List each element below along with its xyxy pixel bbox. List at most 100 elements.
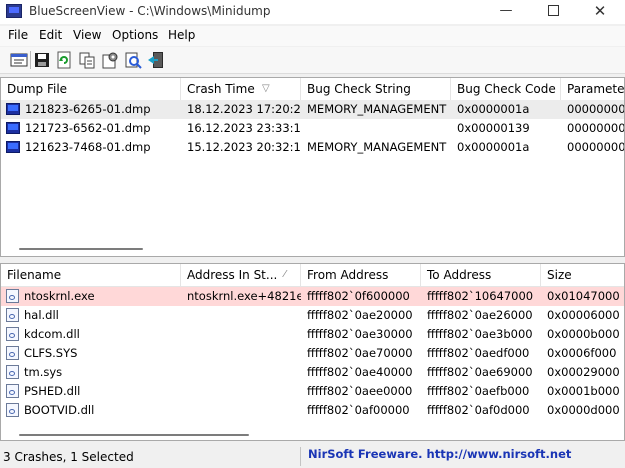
cell-size: 0x01047000 bbox=[547, 289, 620, 303]
close-button[interactable]: ✕ bbox=[577, 0, 623, 24]
cell-parameter: 00000000`0 bbox=[567, 102, 625, 116]
cell-crash-time: 18.12.2023 17:20:25 bbox=[187, 102, 301, 116]
cell-filename: tm.sys bbox=[24, 365, 63, 379]
column-size[interactable]: Size bbox=[541, 264, 624, 286]
table-row[interactable]: hal.dll fffff802`0ae20000 fffff802`0ae26… bbox=[1, 306, 624, 325]
sort-indicator-icon: ▽ bbox=[262, 83, 270, 94]
cell-address-in-stack: ntoskrnl.exe+4821e2 bbox=[187, 289, 301, 303]
dump-file-icon bbox=[6, 141, 20, 153]
column-from-address[interactable]: From Address bbox=[301, 264, 421, 286]
toolbar bbox=[0, 47, 625, 74]
table-row[interactable]: 121723-6562-01.dmp 16.12.2023 23:33:17 0… bbox=[1, 119, 625, 138]
cell-bug-check-string bbox=[301, 119, 451, 138]
window-title: BlueScreenView - C:\Windows\Minidump bbox=[29, 4, 271, 18]
cell-from-address: fffff802`0ae40000 bbox=[307, 365, 413, 379]
table-row[interactable]: PSHED.dll fffff802`0aee0000 fffff802`0ae… bbox=[1, 382, 624, 401]
column-dump-file[interactable]: Dump File bbox=[1, 78, 181, 100]
cell-address-in-stack bbox=[181, 401, 301, 420]
cell-filename: kdcom.dll bbox=[24, 327, 80, 341]
settings-icon[interactable] bbox=[101, 51, 119, 69]
column-address-in-stack[interactable]: Address In St... bbox=[181, 264, 301, 286]
cell-dump-file: 121823-6265-01.dmp bbox=[25, 102, 151, 116]
cell-from-address: fffff802`0ae70000 bbox=[307, 346, 413, 360]
column-to-address[interactable]: To Address bbox=[421, 264, 541, 286]
table-row[interactable]: CLFS.SYS fffff802`0ae70000 fffff802`0aed… bbox=[1, 344, 624, 363]
table-row[interactable]: ntoskrnl.exe ntoskrnl.exe+4821e2 fffff80… bbox=[1, 287, 624, 306]
driver-list-header: Filename Address In St... ⁄ From Address… bbox=[1, 264, 624, 287]
cell-address-in-stack bbox=[181, 306, 301, 325]
status-divider bbox=[300, 447, 301, 466]
horizontal-scrollbar[interactable] bbox=[19, 248, 143, 250]
app-icon bbox=[6, 4, 22, 18]
cell-to-address: fffff802`10647000 bbox=[427, 289, 534, 303]
cell-dump-file: 121723-6562-01.dmp bbox=[25, 121, 151, 135]
cell-size: 0x0006f000 bbox=[547, 346, 617, 360]
table-row[interactable]: 121823-6265-01.dmp 18.12.2023 17:20:25 M… bbox=[1, 100, 625, 119]
cell-filename: hal.dll bbox=[24, 308, 59, 322]
title-bar: BlueScreenView - C:\Windows\Minidump — ✕ bbox=[0, 0, 625, 24]
maximize-button[interactable] bbox=[530, 0, 576, 24]
save-icon[interactable] bbox=[33, 51, 51, 69]
sort-indicator-icon: ⁄ bbox=[284, 269, 286, 280]
table-row[interactable]: tm.sys fffff802`0ae40000 fffff802`0ae690… bbox=[1, 363, 624, 382]
copy-icon[interactable] bbox=[78, 51, 96, 69]
cell-parameter: 00000000`0 bbox=[567, 121, 625, 135]
cell-filename: CLFS.SYS bbox=[24, 346, 78, 360]
properties-icon[interactable] bbox=[10, 51, 28, 69]
column-filename[interactable]: Filename bbox=[1, 264, 181, 286]
cell-to-address: fffff802`0ae26000 bbox=[427, 308, 533, 322]
cell-size: 0x0000b000 bbox=[547, 327, 620, 341]
cell-parameter: 00000000`0 bbox=[567, 140, 625, 154]
cell-to-address: fffff802`0ae69000 bbox=[427, 365, 533, 379]
column-crash-time[interactable]: Crash Time bbox=[181, 78, 301, 100]
cell-bug-check-code: 0x0000001a bbox=[457, 140, 530, 154]
minimize-button[interactable]: — bbox=[483, 0, 529, 24]
cell-size: 0x0001b000 bbox=[547, 384, 620, 398]
horizontal-scrollbar[interactable] bbox=[19, 434, 249, 436]
status-summary: 3 Crashes, 1 Selected bbox=[3, 450, 134, 464]
cell-filename: PSHED.dll bbox=[24, 384, 81, 398]
cell-address-in-stack bbox=[181, 363, 301, 382]
column-parameter[interactable]: Parameter bbox=[561, 78, 624, 100]
cell-from-address: fffff802`0f600000 bbox=[307, 289, 410, 303]
menu-help[interactable]: Help bbox=[168, 28, 195, 42]
cell-address-in-stack bbox=[181, 382, 301, 401]
cell-to-address: fffff802`0aedf000 bbox=[427, 346, 530, 360]
cell-from-address: fffff802`0ae30000 bbox=[307, 327, 413, 341]
dump-file-icon bbox=[6, 122, 20, 134]
column-bug-check-code[interactable]: Bug Check Code bbox=[451, 78, 561, 100]
menu-edit[interactable]: Edit bbox=[39, 28, 62, 42]
column-bug-check-string[interactable]: Bug Check String bbox=[301, 78, 451, 100]
cell-crash-time: 16.12.2023 23:33:17 bbox=[187, 121, 301, 135]
cell-size: 0x0000d000 bbox=[547, 403, 620, 417]
cell-address-in-stack bbox=[181, 325, 301, 344]
cell-size: 0x00029000 bbox=[547, 365, 620, 379]
table-row[interactable]: 121623-7468-01.dmp 15.12.2023 20:32:10 M… bbox=[1, 138, 625, 157]
cell-address-in-stack bbox=[181, 344, 301, 363]
nirsoft-link[interactable]: NirSoft Freeware. http://www.nirsoft.net bbox=[308, 447, 571, 461]
cell-size: 0x00006000 bbox=[547, 308, 620, 322]
cell-from-address: fffff802`0af00000 bbox=[307, 403, 410, 417]
table-row[interactable]: kdcom.dll fffff802`0ae30000 fffff802`0ae… bbox=[1, 325, 624, 344]
cell-to-address: fffff802`0ae3b000 bbox=[427, 327, 533, 341]
refresh-icon[interactable] bbox=[55, 51, 73, 69]
status-bar: 3 Crashes, 1 Selected NirSoft Freeware. … bbox=[0, 445, 625, 468]
cell-bug-check-code: 0x0000001a bbox=[457, 102, 530, 116]
table-row[interactable]: BOOTVID.dll fffff802`0af00000 fffff802`0… bbox=[1, 401, 624, 420]
dump-file-icon bbox=[6, 103, 20, 115]
cell-to-address: fffff802`0aefb000 bbox=[427, 384, 530, 398]
menu-options[interactable]: Options bbox=[112, 28, 158, 42]
cell-from-address: fffff802`0aee0000 bbox=[307, 384, 413, 398]
cell-filename: ntoskrnl.exe bbox=[24, 289, 95, 303]
find-icon[interactable] bbox=[124, 51, 142, 69]
cell-crash-time: 15.12.2023 20:32:10 bbox=[187, 140, 301, 154]
menu-view[interactable]: View bbox=[73, 28, 101, 42]
exit-icon[interactable] bbox=[147, 51, 165, 69]
cell-dump-file: 121623-7468-01.dmp bbox=[25, 140, 151, 154]
crash-list[interactable]: Dump File Crash Time ▽ Bug Check String … bbox=[0, 77, 625, 257]
crash-list-header: Dump File Crash Time ▽ Bug Check String … bbox=[1, 78, 624, 101]
driver-list[interactable]: Filename Address In St... ⁄ From Address… bbox=[0, 263, 625, 441]
cell-to-address: fffff802`0af0d000 bbox=[427, 403, 530, 417]
menu-bar: File Edit View Options Help bbox=[0, 26, 625, 46]
menu-file[interactable]: File bbox=[8, 28, 28, 42]
